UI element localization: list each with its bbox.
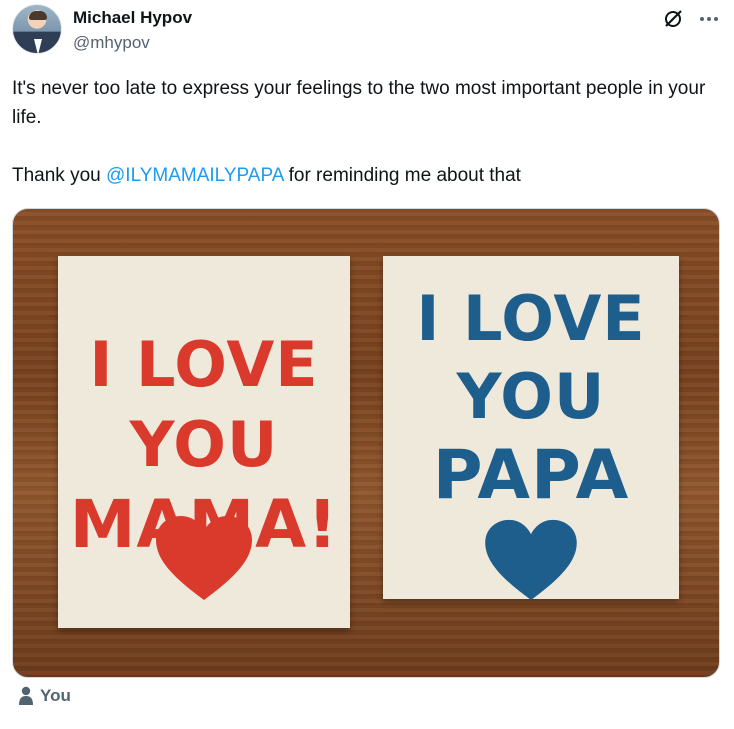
tweet-line-2-prefix: Thank you (12, 165, 106, 186)
tagged-user[interactable]: You (18, 686, 71, 706)
tweet-line-2: Thank you @ILYMAMAILYPAPA for reminding … (12, 161, 712, 190)
tweet-text: It's never too late to express your feel… (12, 74, 712, 190)
heart-blue-icon (485, 519, 577, 600)
mention-link[interactable]: @ILYMAMAILYPAPA (106, 165, 283, 186)
tweet-image[interactable]: I LOVE YOU MAMA! I LOVE YOU PAPA (12, 208, 720, 678)
card-mama-line1: I LOVE (89, 328, 319, 401)
tagged-user-label: You (40, 686, 71, 705)
more-options-icon[interactable] (698, 8, 720, 30)
card-mama: I LOVE YOU MAMA! (58, 256, 350, 628)
avatar-shirt (34, 39, 42, 53)
tweet-actions (662, 8, 720, 30)
author-avatar[interactable] (12, 4, 62, 54)
author-name[interactable]: Michael Hypov (73, 8, 192, 28)
heart-red-icon (156, 516, 252, 600)
avatar-hair (29, 11, 47, 20)
card-papa-line2: YOU (456, 360, 606, 433)
card-papa-line1: I LOVE (416, 282, 646, 355)
author-handle[interactable]: @mhypov (73, 33, 150, 53)
card-mama-line2: YOU (129, 408, 279, 481)
tweet-line-1: It's never too late to express your feel… (12, 78, 706, 128)
person-icon (19, 686, 33, 705)
card-papa-line3: PAPA (432, 436, 630, 515)
card-papa: I LOVE YOU PAPA (383, 256, 679, 600)
grok-icon[interactable] (662, 8, 684, 30)
tweet-line-2-suffix: for reminding me about that (283, 165, 521, 186)
